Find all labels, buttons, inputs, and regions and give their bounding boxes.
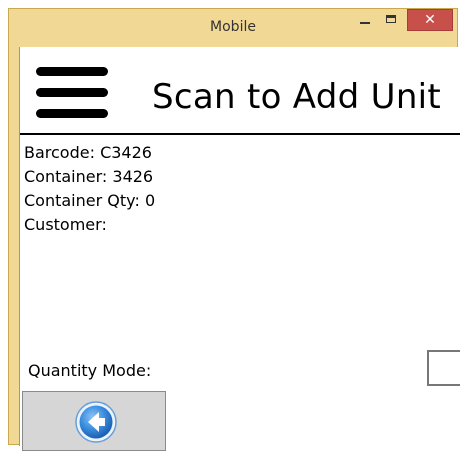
header-bar: Scan to Add Unit	[20, 47, 460, 135]
container-qty-row: Container Qty: 0	[24, 189, 155, 213]
customer-row: Customer:	[24, 213, 155, 237]
quantity-mode-label: Quantity Mode:	[28, 361, 152, 380]
quantity-mode-checkbox[interactable]	[427, 350, 460, 386]
barcode-value: C3426	[100, 143, 152, 162]
title-bar[interactable]: Mobile ✕	[9, 9, 457, 47]
close-icon: ✕	[424, 12, 436, 28]
close-button[interactable]: ✕	[407, 9, 453, 31]
container-row: Container: 3426	[24, 165, 155, 189]
back-arrow-icon	[75, 401, 117, 443]
unit-info: Barcode: C3426 Container: 3426 Container Q…	[24, 141, 155, 237]
container-value: 3426	[112, 167, 154, 186]
container-qty-value: 0	[144, 191, 156, 210]
customer-label: Customer:	[24, 215, 107, 234]
container-qty-label: Container Qty:	[24, 191, 140, 210]
barcode-row: Barcode: C3426	[24, 141, 155, 165]
barcode-label: Barcode:	[24, 143, 95, 162]
hamburger-menu-icon[interactable]	[36, 67, 108, 119]
app-window: Mobile ✕ Scan to Add Unit Barcode: C3426 …	[8, 8, 460, 451]
container-label: Container:	[24, 167, 108, 186]
page-title: Scan to Add Unit	[152, 77, 442, 117]
back-button[interactable]	[22, 391, 166, 451]
minimize-icon[interactable]	[352, 11, 378, 31]
maximize-icon[interactable]	[379, 11, 405, 31]
app-content: Scan to Add Unit Barcode: C3426 Container…	[19, 47, 460, 451]
